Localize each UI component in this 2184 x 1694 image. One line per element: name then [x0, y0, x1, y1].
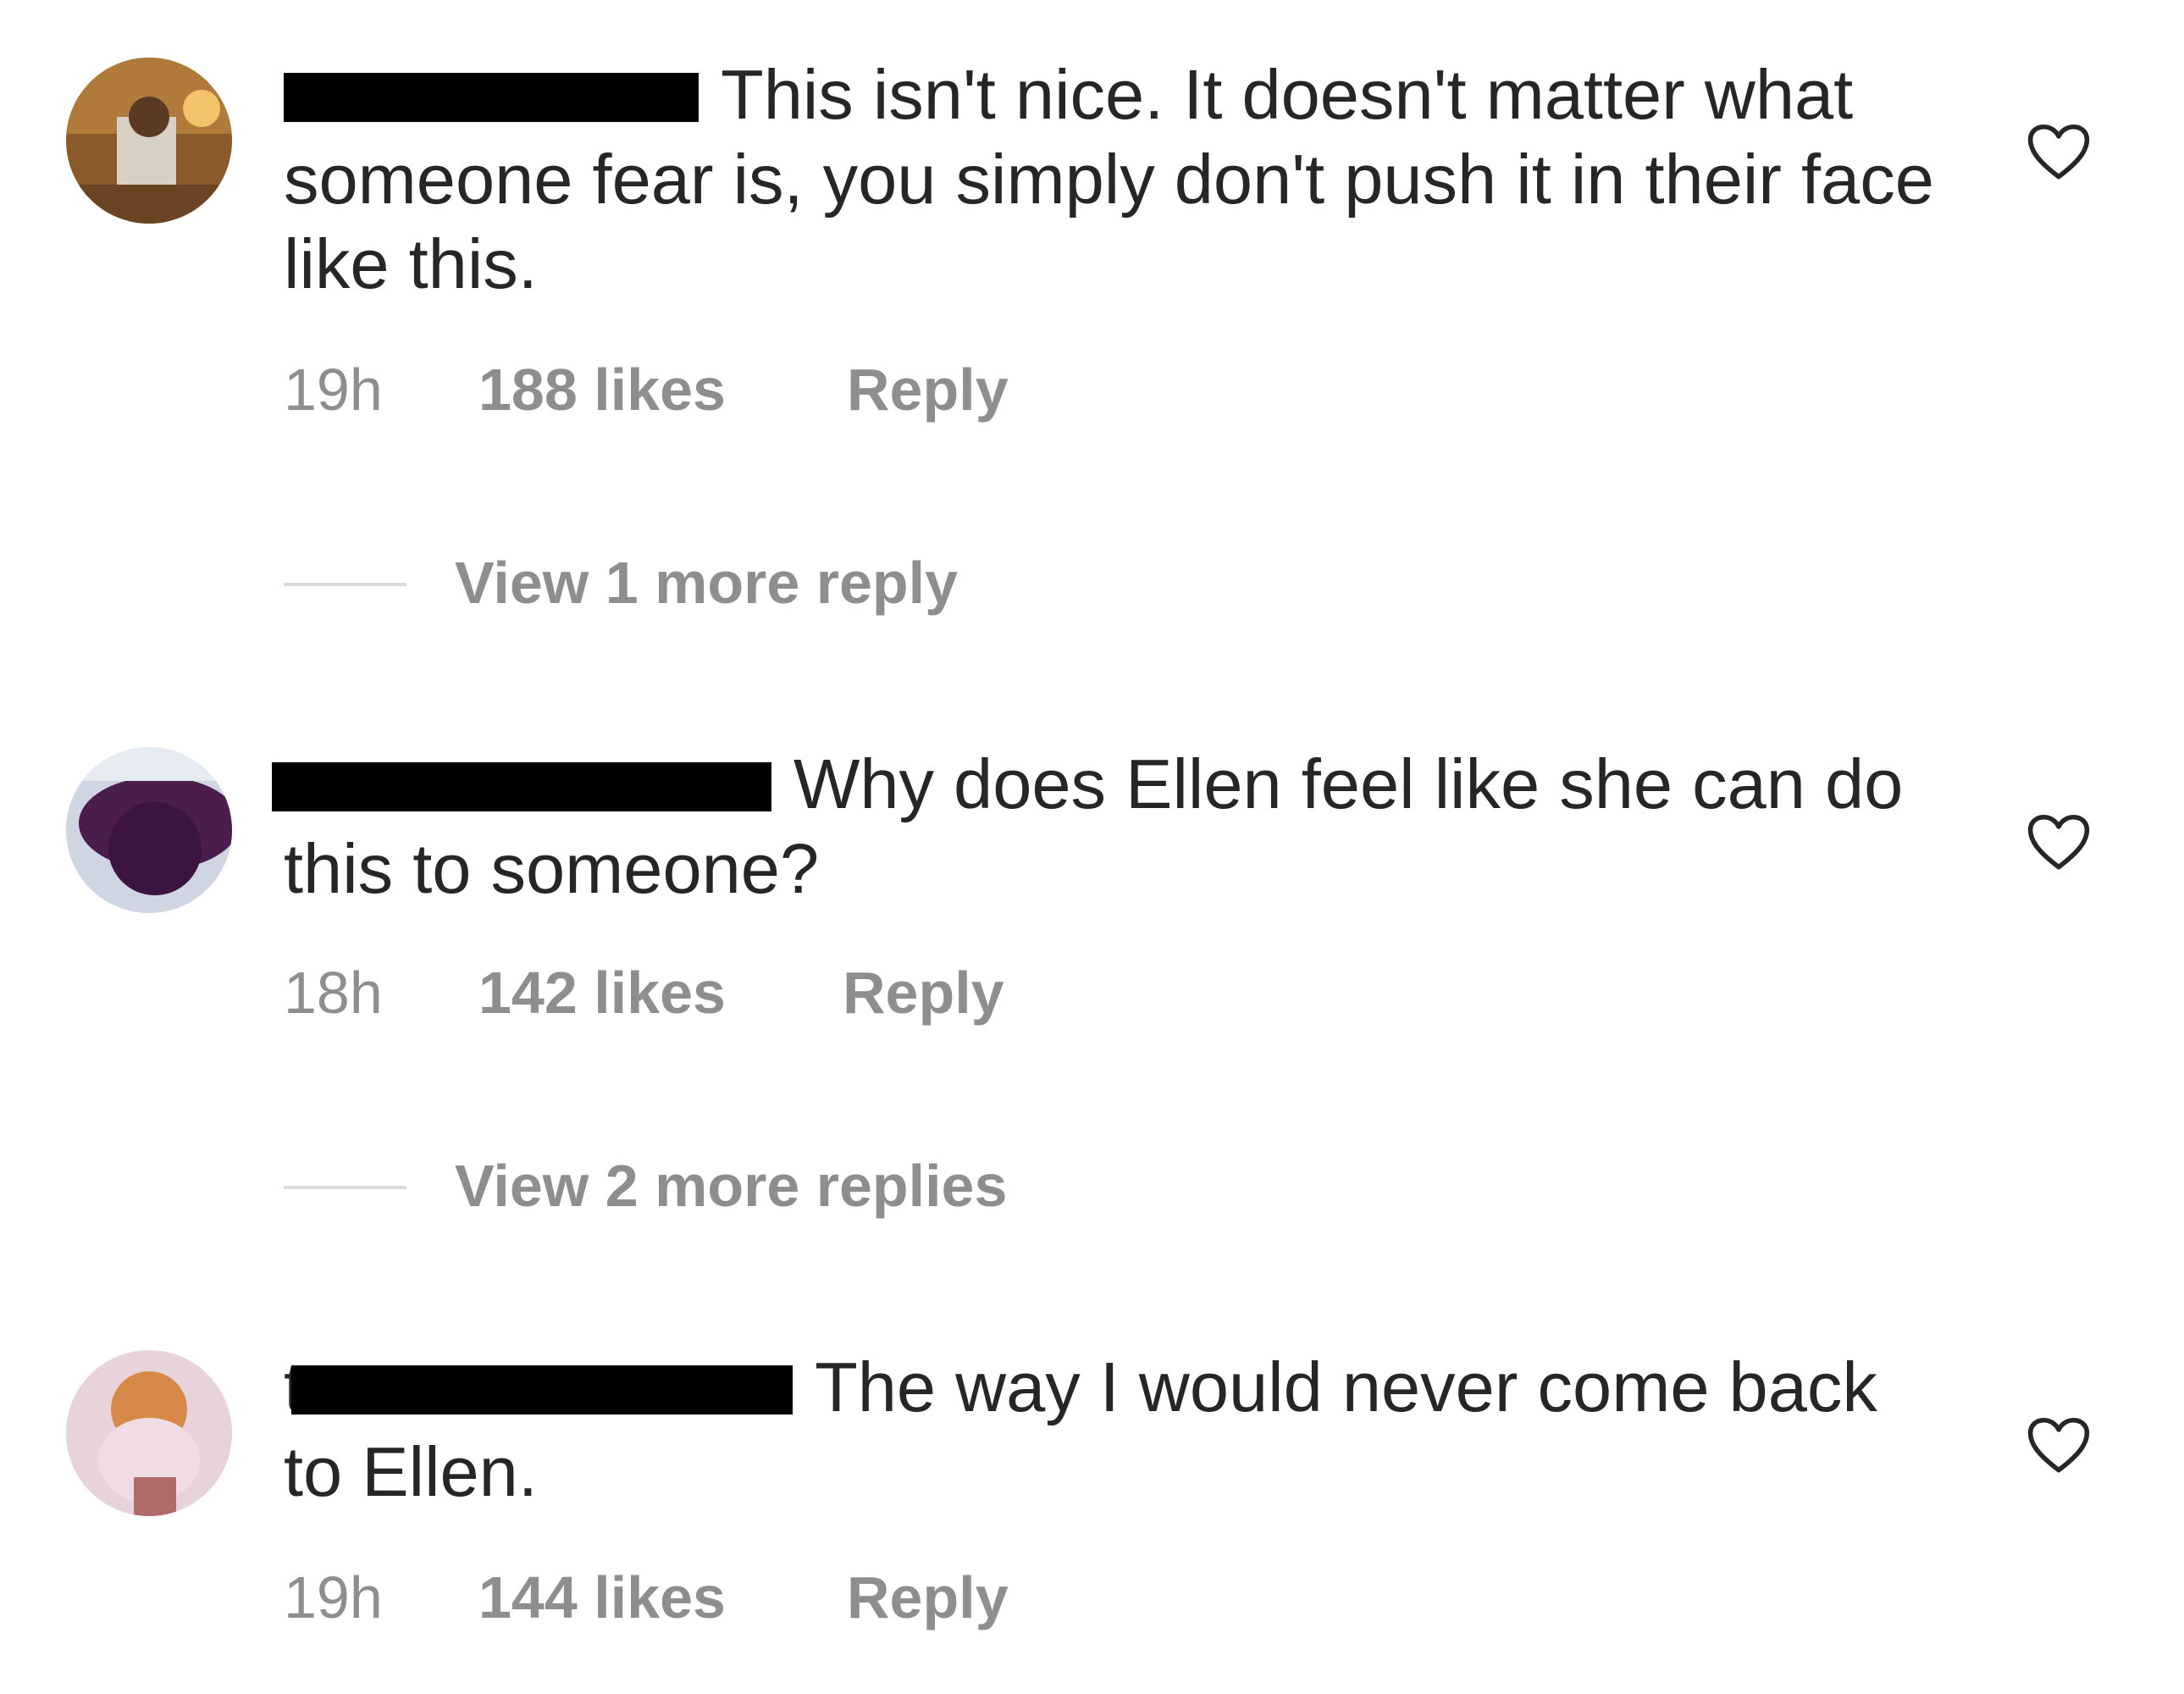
- divider-line: [284, 1186, 406, 1189]
- redacted-username: [291, 1365, 793, 1414]
- redacted-username: [272, 762, 771, 811]
- timestamp: 19h: [284, 1564, 383, 1630]
- avatar[interactable]: [66, 58, 232, 224]
- view-more-label[interactable]: View 1 more reply: [455, 549, 958, 617]
- comment-text: This isn't nice. It doesn't matter what …: [284, 55, 1934, 303]
- like-heart-icon[interactable]: [2026, 123, 2092, 182]
- reply-button[interactable]: Reply: [847, 1564, 1009, 1631]
- timestamp: 18h: [284, 960, 383, 1026]
- avatar-photo: [66, 1350, 232, 1516]
- likes-count[interactable]: 144 likes: [478, 1564, 726, 1631]
- comment-text: Why does Ellen feel like she can do this…: [272, 742, 1943, 911]
- avatar[interactable]: [66, 747, 232, 913]
- like-heart-icon[interactable]: [2026, 1416, 2092, 1475]
- like-heart-icon[interactable]: [2026, 813, 2092, 872]
- divider-line: [284, 583, 406, 586]
- reply-button[interactable]: Reply: [843, 959, 1004, 1027]
- avatar-photo: [66, 58, 232, 224]
- avatar[interactable]: [66, 1350, 232, 1516]
- redacted-username: [284, 73, 699, 122]
- comment-text: tThe way I would never come back to Elle…: [284, 1348, 1877, 1511]
- reply-button[interactable]: Reply: [847, 356, 1009, 424]
- avatar-photo: [66, 747, 232, 913]
- likes-count[interactable]: 142 likes: [478, 959, 726, 1027]
- view-more-label[interactable]: View 2 more replies: [455, 1152, 1007, 1220]
- timestamp: 19h: [284, 357, 383, 423]
- likes-count[interactable]: 188 likes: [478, 356, 726, 424]
